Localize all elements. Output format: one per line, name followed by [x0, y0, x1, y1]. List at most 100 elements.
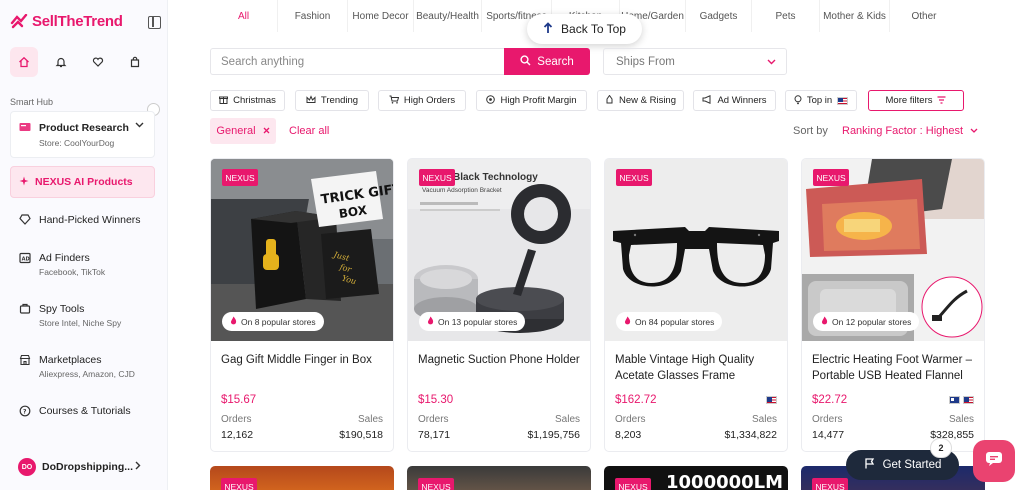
ad-icon: AD	[18, 252, 31, 277]
filter-trending[interactable]: Trending	[295, 90, 369, 111]
ships-from-select[interactable]: Ships From	[603, 48, 787, 75]
product-title[interactable]: Electric Heating Foot Warmer – Portable …	[812, 352, 978, 384]
tab-fashion[interactable]: Fashion	[278, 0, 348, 32]
sidebar-item-label: Marketplaces	[39, 354, 102, 366]
product-card[interactable]: NEXUS	[407, 466, 591, 490]
search-button[interactable]: Search	[504, 48, 590, 75]
filter-christmas[interactable]: Christmas	[210, 90, 285, 111]
store-icon	[18, 354, 31, 379]
active-filter-label: General	[216, 125, 256, 137]
product-research-card[interactable]: Product Research Store: CoolYourDog	[10, 111, 155, 158]
arrow-up-icon	[543, 21, 553, 37]
collapse-sidebar-icon[interactable]	[148, 16, 161, 29]
product-research-store: Store: CoolYourDog	[39, 138, 115, 148]
crown-icon	[306, 95, 316, 106]
sidebar-item-courses-tutorials[interactable]: ? Courses & Tutorials	[18, 405, 131, 420]
chat-button[interactable]	[973, 440, 1015, 482]
sidebar-item-sub: Store Intel, Niche Spy	[39, 318, 122, 328]
filter-ad-winners[interactable]: Ad Winners	[693, 90, 776, 111]
product-card[interactable]: NEXUS 1000000LM	[604, 466, 788, 490]
tab-pets[interactable]: Pets	[752, 0, 820, 32]
avatar: DO	[18, 458, 36, 476]
sales-value: $1,334,822	[724, 429, 777, 441]
product-card[interactable]: NEXUS	[210, 466, 394, 490]
sales-value: $1,195,756	[527, 429, 580, 441]
rocket-icon	[605, 94, 614, 106]
nexus-badge: NEXUS	[812, 478, 848, 490]
product-title[interactable]: Gag Gift Middle Finger in Box	[221, 352, 387, 368]
sidebar-item-hand-picked-winners[interactable]: Hand-Picked Winners	[18, 214, 141, 228]
product-image[interactable]: NEXUS On 84 popular stores	[605, 159, 787, 341]
popular-stores-text: On 8 popular stores	[241, 316, 316, 327]
nexus-badge: NEXUS	[418, 478, 454, 490]
active-filter-chip[interactable]: General	[210, 118, 276, 144]
filter-high-orders[interactable]: High Orders	[378, 90, 466, 111]
filter-high-profit-margin[interactable]: High Profit Margin	[476, 90, 587, 111]
product-image[interactable]: NEXUS On 12 popular stores	[802, 159, 984, 341]
sidebar-item-label: Ad Finders	[39, 252, 90, 264]
ships-from-flags	[766, 396, 777, 404]
clear-all-link[interactable]: Clear all	[289, 125, 329, 137]
tab-other[interactable]: Other	[890, 0, 958, 32]
product-price: $15.30	[418, 394, 454, 406]
sidebar-item-label: Hand-Picked Winners	[39, 214, 141, 226]
orders-value: 8,203	[615, 429, 642, 441]
orders-label: Orders	[615, 414, 646, 425]
spy-icon	[18, 303, 31, 328]
product-title[interactable]: Magnetic Suction Phone Holder	[418, 352, 584, 368]
home-icon[interactable]	[10, 47, 38, 77]
tab-all[interactable]: All	[210, 0, 278, 32]
bag-icon[interactable]	[121, 47, 149, 77]
sidebar-item-marketplaces[interactable]: Marketplaces Aliexpress, Amazon, CJD	[18, 354, 135, 379]
nexus-badge: NEXUS	[616, 169, 652, 186]
sidebar-item-label: Spy Tools	[39, 303, 85, 315]
sort-value: Ranking Factor : Highest	[842, 125, 964, 137]
filter-top-in-us[interactable]: Top in	[785, 90, 857, 111]
product-price: $22.72	[812, 394, 848, 406]
sparkle-icon	[19, 176, 29, 189]
bell-icon[interactable]	[47, 47, 75, 77]
product-card[interactable]: Black Technology Vacuum Adsorption Brack…	[407, 158, 591, 452]
get-started-label: Get Started	[882, 459, 942, 471]
tab-mother-kids[interactable]: Mother & Kids	[820, 0, 890, 32]
sort-select[interactable]: Ranking Factor : Highest	[842, 125, 978, 137]
product-title[interactable]: Mable Vintage High Quality Acetate Glass…	[615, 352, 781, 384]
tab-beauty-health[interactable]: Beauty/Health	[414, 0, 482, 32]
tab-gadgets[interactable]: Gadgets	[686, 0, 752, 32]
user-menu[interactable]: DO DoDropshipping...	[18, 458, 141, 476]
nexus-badge: NEXUS	[221, 478, 257, 490]
close-icon[interactable]	[263, 125, 270, 137]
sidebar-item-ad-finders[interactable]: AD Ad Finders Facebook, TikTok	[18, 252, 105, 277]
sidebar-item-label: NEXUS AI Products	[35, 176, 133, 188]
filter-new-rising[interactable]: New & Rising	[597, 90, 684, 111]
filter-label: High Orders	[403, 95, 456, 106]
back-to-top-button[interactable]: Back To Top	[527, 14, 642, 44]
orders-value: 14,477	[812, 429, 845, 441]
sidebar-item-spy-tools[interactable]: Spy Tools Store Intel, Niche Spy	[18, 303, 121, 328]
product-image[interactable]: Black Technology Vacuum Adsorption Brack…	[408, 159, 590, 341]
popular-stores-text: On 84 popular stores	[635, 316, 715, 327]
search-input[interactable]: Search anything	[210, 48, 504, 75]
popular-stores-pill: On 13 popular stores	[419, 312, 526, 331]
fire-icon	[230, 316, 237, 327]
logo[interactable]: SellTheTrend	[10, 13, 123, 30]
product-card[interactable]: NEXUS On 12 popular stores Electric Heat…	[801, 158, 985, 452]
us-flag-icon	[766, 396, 777, 404]
us-flag-icon	[837, 96, 849, 105]
tab-home-decor[interactable]: Home Decor	[348, 0, 414, 32]
product-image[interactable]: TRICK GIFT BOX Just for You NEXUS On 8 p…	[211, 159, 393, 341]
ships-from-label: Ships From	[616, 55, 675, 68]
orders-value: 12,162	[221, 429, 254, 441]
product-card[interactable]: NEXUS On 84 popular stores Mable Vintage…	[604, 158, 788, 452]
sidebar-item-sub: Facebook, TikTok	[39, 267, 106, 277]
chevron-down-icon[interactable]	[135, 120, 144, 131]
logo-mark-icon	[10, 13, 28, 28]
more-filters-button[interactable]: More filters	[868, 90, 964, 111]
product-card[interactable]: TRICK GIFT BOX Just for You NEXUS On 8 p…	[210, 158, 394, 452]
chevron-right-icon	[135, 461, 141, 473]
sidebar-item-nexus-ai-products[interactable]: NEXUS AI Products	[10, 166, 155, 198]
filter-label: New & Rising	[618, 95, 677, 106]
orders-label: Orders	[221, 414, 252, 425]
nexus-badge: NEXUS	[813, 169, 849, 186]
heart-icon[interactable]	[84, 47, 112, 77]
